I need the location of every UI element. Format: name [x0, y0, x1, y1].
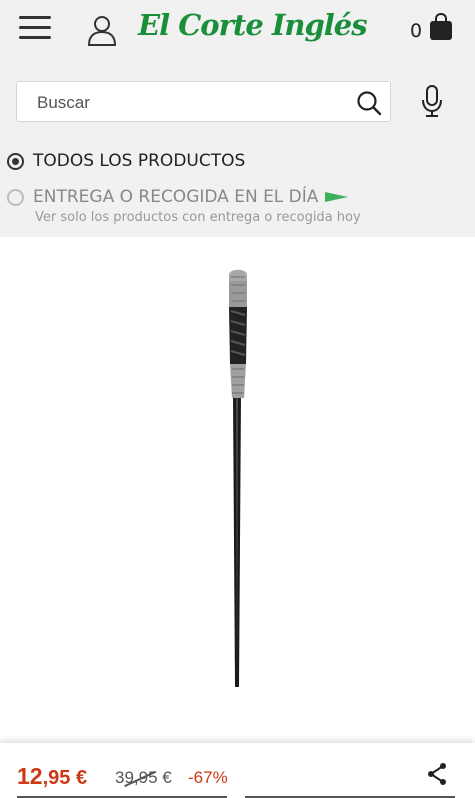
menu-icon-line: [19, 26, 51, 29]
filter-label: ENTREGA O RECOGIDA EN EL DÍA: [33, 187, 319, 207]
price-bar: 12,95 € 39,95 € -67%: [0, 743, 475, 798]
microphone-icon: [422, 85, 442, 117]
menu-icon-line: [19, 36, 51, 39]
menu-icon-line: [19, 16, 51, 19]
original-price: 39,95 €: [115, 768, 172, 788]
shopping-bag-icon: [430, 12, 452, 40]
price-integer: 12: [17, 763, 43, 789]
search-input[interactable]: [35, 90, 339, 116]
flag-icon: [325, 192, 349, 202]
user-account-button[interactable]: [86, 14, 118, 48]
brand-logo[interactable]: El Corte Inglés: [138, 8, 368, 42]
search-box: [16, 81, 391, 122]
share-button[interactable]: [425, 762, 449, 786]
product-image[interactable]: [0, 237, 475, 743]
filter-same-day[interactable]: ENTREGA O RECOGIDA EN EL DÍA: [7, 187, 349, 207]
search-icon[interactable]: [356, 90, 382, 116]
top-header: El Corte Inglés 0: [0, 0, 475, 66]
share-icon: [428, 763, 446, 785]
user-icon: [87, 16, 117, 46]
menu-button[interactable]: [19, 16, 51, 42]
filter-label: TODOS LOS PRODUCTOS: [33, 151, 246, 171]
radio-selected[interactable]: [7, 152, 24, 170]
search-area: [0, 66, 475, 136]
discount-badge: -67%: [188, 768, 228, 787]
radio-unselected[interactable]: [7, 188, 24, 206]
price-decimal: ,95 €: [42, 767, 88, 789]
voice-search-button[interactable]: [420, 84, 444, 118]
cart-button[interactable]: [428, 12, 454, 41]
filter-subtitle: Ver solo los productos con entrega o rec…: [35, 210, 361, 225]
cart-count: 0: [410, 20, 423, 42]
current-price: 12,95 €: [17, 763, 87, 790]
magic-wand-image: [229, 269, 247, 687]
delivery-filters: TODOS LOS PRODUCTOS ENTREGA O RECOGIDA E…: [0, 136, 475, 237]
filter-all-products[interactable]: TODOS LOS PRODUCTOS: [7, 151, 245, 171]
